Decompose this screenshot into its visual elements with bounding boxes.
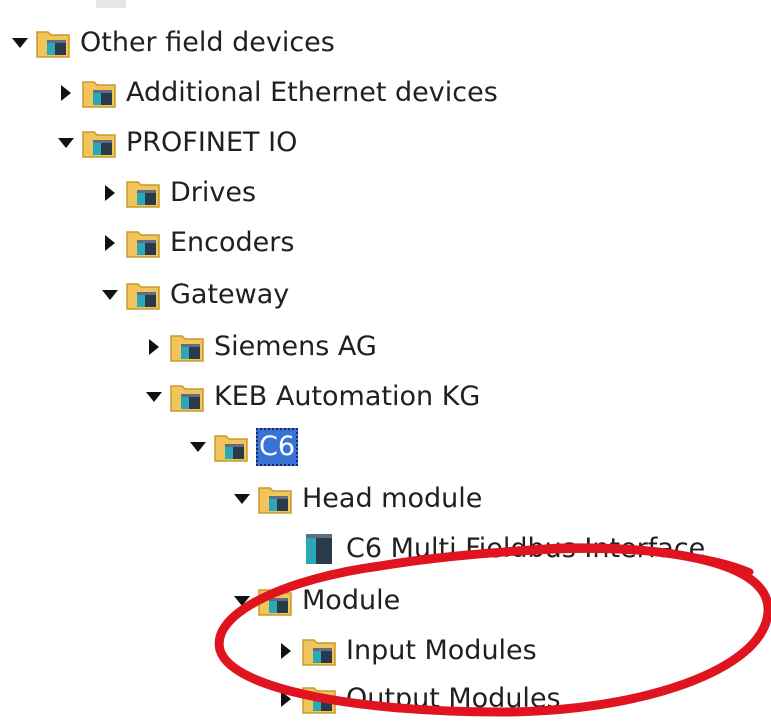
tree-item-profinet-io[interactable]: PROFINET IO	[56, 118, 299, 168]
folder-icon	[212, 427, 252, 467]
tree-item-label: PROFINET IO	[126, 127, 298, 158]
tree-item-label: KEB Automation KG	[214, 381, 481, 412]
expand-arrow-expanded-icon[interactable]	[100, 285, 120, 305]
tree-item-label: Gateway	[170, 279, 290, 310]
tree-item-keb-automation-kg[interactable]: KEB Automation KG	[144, 372, 482, 422]
tree-item-label: Module	[302, 585, 401, 616]
folder-icon	[300, 631, 340, 671]
tree-item-drives[interactable]: Drives	[100, 168, 258, 218]
folder-icon	[80, 123, 120, 163]
tree-item-head-module[interactable]: Head module	[232, 474, 484, 524]
tree-item-label: Additional Ethernet devices	[126, 77, 498, 108]
folder-icon	[256, 479, 296, 519]
tree-item-output-modules[interactable]: Output Modules	[276, 674, 563, 724]
expand-arrow-expanded-icon[interactable]	[144, 387, 164, 407]
tree-item-label: Siemens AG	[214, 331, 377, 362]
tree-item-siemens-ag[interactable]: Siemens AG	[144, 322, 379, 372]
folder-icon	[256, 581, 296, 621]
tree-item-c6[interactable]: C6	[188, 422, 299, 472]
tree-item-label: Drives	[170, 177, 257, 208]
tree-item-input-modules[interactable]: Input Modules	[276, 626, 539, 676]
expand-arrow-expanded-icon[interactable]	[232, 591, 252, 611]
expand-arrow-expanded-icon[interactable]	[56, 133, 76, 153]
tree-item-additional-ethernet-devices[interactable]: Additional Ethernet devices	[56, 68, 500, 118]
tree-item-label: Encoders	[170, 227, 295, 258]
folder-icon	[34, 23, 74, 63]
expand-arrow-collapsed-icon[interactable]	[100, 233, 120, 253]
expand-arrow-collapsed-icon[interactable]	[144, 337, 164, 357]
expand-arrow-expanded-icon[interactable]	[10, 33, 30, 53]
expand-arrow-collapsed-icon[interactable]	[276, 641, 296, 661]
tree-item-label: C6 Multi Fieldbus Interface	[346, 533, 706, 564]
expand-arrow-collapsed-icon[interactable]	[56, 83, 76, 103]
tree-item-label: Other field devices	[80, 27, 335, 58]
folder-icon	[168, 327, 208, 367]
tree-item-c6-multi-fieldbus-interface[interactable]: C6 Multi Fieldbus Interface	[276, 524, 707, 574]
tree-item-label: Output Modules	[346, 683, 561, 714]
expand-arrow-expanded-icon[interactable]	[232, 489, 252, 509]
tree-item-label-selected: C6	[256, 428, 299, 466]
tree-item-label: Input Modules	[346, 635, 537, 666]
device-catalog-tree: Other field devices Additional Ethernet …	[0, 0, 771, 720]
tree-item-other-field-devices[interactable]: Other field devices	[10, 18, 337, 68]
expand-arrow-collapsed-icon[interactable]	[100, 183, 120, 203]
folder-icon	[300, 679, 340, 719]
folder-icon	[124, 173, 164, 213]
tree-item-label: Head module	[302, 483, 483, 514]
expand-arrow-expanded-icon[interactable]	[188, 437, 208, 457]
tree-item-gateway[interactable]: Gateway	[100, 270, 291, 320]
tree-item-encoders[interactable]: Encoders	[100, 218, 296, 268]
folder-icon	[80, 73, 120, 113]
tree-item-module[interactable]: Module	[232, 576, 402, 626]
folder-icon	[124, 275, 164, 315]
device-module-icon	[300, 529, 340, 569]
folder-icon	[124, 223, 164, 263]
folder-icon	[168, 377, 208, 417]
expand-arrow-collapsed-icon[interactable]	[276, 689, 296, 709]
